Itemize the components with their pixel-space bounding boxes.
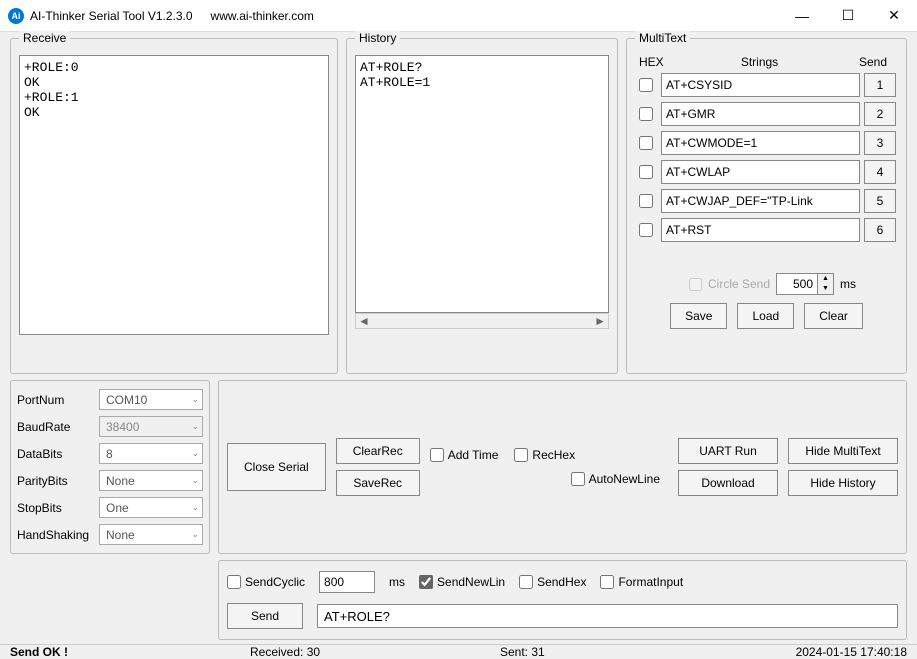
titlebar: Ai AI-Thinker Serial Tool V1.2.3.0 www.a… <box>0 0 917 32</box>
port-combo-0[interactable]: COM10⌄ <box>99 389 203 410</box>
receive-group: Receive +ROLE:0 OK +ROLE:1 OK <box>10 38 338 374</box>
auto-newline-checkbox[interactable]: AutoNewLine <box>571 472 660 486</box>
action-panel: Close Serial ClearRec SaveRec Add Time R… <box>218 380 907 554</box>
port-combo-3[interactable]: None⌄ <box>99 470 203 491</box>
multitext-send-button-4[interactable]: 5 <box>864 189 896 213</box>
multitext-hex-checkbox-1[interactable] <box>639 107 653 121</box>
port-settings: PortNum COM10⌄ BaudRate 38400⌄ DataBits 8⌄… <box>10 380 210 554</box>
send-button[interactable]: Send <box>227 603 303 629</box>
minimize-button[interactable]: — <box>779 0 825 32</box>
multitext-hex-checkbox-0[interactable] <box>639 78 653 92</box>
send-newline-checkbox[interactable]: SendNewLin <box>419 575 505 589</box>
send-interval-input[interactable] <box>319 571 375 593</box>
app-icon: Ai <box>8 8 24 24</box>
multitext-clear-button[interactable]: Clear <box>804 303 863 329</box>
multitext-header-hex: HEX <box>639 55 667 69</box>
multitext-group: MultiText HEX Strings Send 1 2 3 4 5 6 C… <box>626 38 907 374</box>
status-received: Received: 30 <box>250 645 500 659</box>
download-button[interactable]: Download <box>678 470 778 496</box>
history-label: History <box>355 31 400 45</box>
save-rec-button[interactable]: SaveRec <box>336 470 420 496</box>
send-cyclic-checkbox[interactable]: SendCyclic <box>227 575 305 589</box>
multitext-send-button-3[interactable]: 4 <box>864 160 896 184</box>
app-title: AI-Thinker Serial Tool V1.2.3.0 <box>30 9 193 23</box>
multitext-label: MultiText <box>635 31 690 45</box>
port-combo-1[interactable]: 38400⌄ <box>99 416 203 437</box>
app-url: www.ai-thinker.com <box>211 9 779 23</box>
port-combo-2[interactable]: 8⌄ <box>99 443 203 464</box>
add-time-checkbox[interactable]: Add Time <box>430 448 499 462</box>
multitext-hex-checkbox-5[interactable] <box>639 223 653 237</box>
multitext-string-input-0[interactable] <box>661 73 860 97</box>
receive-textarea[interactable]: +ROLE:0 OK +ROLE:1 OK <box>19 55 329 335</box>
multitext-hex-checkbox-3[interactable] <box>639 165 653 179</box>
uart-run-button[interactable]: UART Run <box>678 438 778 464</box>
multitext-string-input-4[interactable] <box>661 189 860 213</box>
status-time: 2024-01-15 17:40:18 <box>796 645 907 659</box>
history-group: History AT+ROLE? AT+ROLE=1 ◄► <box>346 38 618 374</box>
multitext-save-button[interactable]: Save <box>670 303 727 329</box>
clear-rec-button[interactable]: ClearRec <box>336 438 420 464</box>
hide-history-button[interactable]: Hide History <box>788 470 898 496</box>
multitext-header-strings: Strings <box>667 55 852 69</box>
port-label-3: ParityBits <box>17 474 95 488</box>
multitext-load-button[interactable]: Load <box>737 303 794 329</box>
multitext-hex-checkbox-2[interactable] <box>639 136 653 150</box>
multitext-string-input-5[interactable] <box>661 218 860 242</box>
send-interval-unit: ms <box>389 575 405 589</box>
circle-send-checkbox[interactable] <box>689 278 702 291</box>
receive-label: Receive <box>19 31 70 45</box>
status-ok: Send OK ! <box>10 645 250 659</box>
status-bar: Send OK ! Received: 30 Sent: 31 2024-01-… <box>0 644 917 659</box>
close-serial-button[interactable]: Close Serial <box>227 443 326 491</box>
multitext-send-button-1[interactable]: 2 <box>864 102 896 126</box>
port-combo-5[interactable]: None⌄ <box>99 524 203 545</box>
port-label-1: BaudRate <box>17 420 95 434</box>
multitext-hex-checkbox-4[interactable] <box>639 194 653 208</box>
status-sent: Sent: 31 <box>500 645 796 659</box>
port-label-5: HandShaking <box>17 528 95 542</box>
circle-send-value[interactable] <box>777 274 817 294</box>
circle-send-unit: ms <box>840 277 856 291</box>
multitext-string-input-3[interactable] <box>661 160 860 184</box>
multitext-string-input-1[interactable] <box>661 102 860 126</box>
maximize-button[interactable]: ☐ <box>825 0 871 32</box>
multitext-send-button-2[interactable]: 3 <box>864 131 896 155</box>
format-input-checkbox[interactable]: FormatInput <box>600 575 683 589</box>
hide-multitext-button[interactable]: Hide MultiText <box>788 438 898 464</box>
port-label-2: DataBits <box>17 447 95 461</box>
history-scrollbar[interactable]: ◄► <box>355 313 609 329</box>
history-textarea[interactable]: AT+ROLE? AT+ROLE=1 <box>355 55 609 313</box>
multitext-send-button-0[interactable]: 1 <box>864 73 896 97</box>
multitext-send-button-5[interactable]: 6 <box>864 218 896 242</box>
send-hex-checkbox[interactable]: SendHex <box>519 575 586 589</box>
port-combo-4[interactable]: One⌄ <box>99 497 203 518</box>
multitext-string-input-2[interactable] <box>661 131 860 155</box>
rec-hex-checkbox[interactable]: RecHex <box>514 448 575 462</box>
circle-send-spinner[interactable]: ▲▼ <box>776 273 834 295</box>
close-window-button[interactable]: ✕ <box>871 0 917 32</box>
circle-send-label: Circle Send <box>708 277 770 291</box>
port-label-0: PortNum <box>17 393 95 407</box>
send-panel: SendCyclic ms SendNewLin SendHex FormatI… <box>218 560 907 640</box>
send-command-input[interactable] <box>317 604 898 628</box>
multitext-header-send: Send <box>852 55 894 69</box>
port-label-4: StopBits <box>17 501 95 515</box>
